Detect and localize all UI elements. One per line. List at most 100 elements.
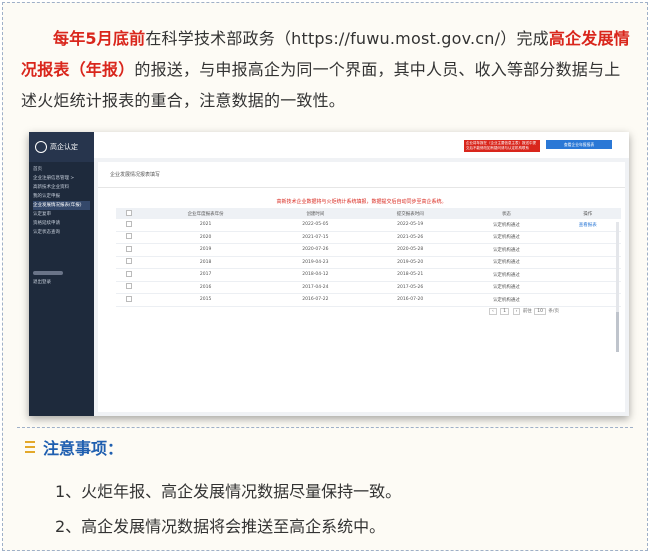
row-checkbox-cell bbox=[116, 268, 143, 282]
cell-year: 2017 bbox=[142, 268, 269, 282]
column-header bbox=[116, 208, 143, 219]
row-checkbox[interactable] bbox=[126, 258, 133, 265]
cell-submitted: 2018-05-21 bbox=[362, 268, 459, 282]
row-checkbox[interactable] bbox=[126, 283, 133, 290]
cell-created: 2022-05-05 bbox=[268, 219, 363, 232]
cell-action[interactable]: 查看报表 bbox=[554, 219, 621, 232]
panel-title: 企业发展情况报表填写 bbox=[98, 162, 625, 188]
article-card: 每年5月底前在科学技术部政务（https://fuwu.most.gov.cn/… bbox=[2, 2, 648, 551]
sidebar-item[interactable]: 企业发展情况报表(年报) bbox=[33, 201, 90, 210]
note-item-2: 2、高企发展情况数据将会推送至高企系统中。 bbox=[55, 517, 386, 536]
cell-status: 认定机构通过 bbox=[458, 268, 555, 282]
blurred-username bbox=[33, 270, 63, 275]
sidebar-item[interactable]: 认定复审 bbox=[33, 210, 90, 219]
sidebar-item[interactable]: 企业注册信息管理 > bbox=[33, 174, 90, 183]
row-checkbox-cell bbox=[116, 281, 143, 294]
deadline-text: 每年5月底前 bbox=[53, 29, 146, 48]
row-checkbox-cell bbox=[116, 243, 143, 257]
row-checkbox[interactable] bbox=[126, 233, 133, 240]
view-report-button[interactable]: 查看企业年报报表 bbox=[546, 140, 612, 149]
row-checkbox[interactable] bbox=[126, 245, 133, 252]
table-body: 2021 2022-05-05 2022-05-19 认定机构通过 查看报表 2020 20… bbox=[116, 219, 621, 307]
cell-submitted: 2017-05-26 bbox=[362, 281, 459, 294]
report-table: 企业年度报表年份 创建时间 提交报表时间 状态 操作 2021 2022-05-05 202… bbox=[116, 208, 621, 307]
column-header: 提交报表时间 bbox=[362, 208, 459, 219]
cell-year: 2020 bbox=[142, 231, 269, 244]
select-all-checkbox[interactable] bbox=[126, 209, 133, 216]
cell-created: 2016-07-22 bbox=[268, 293, 363, 307]
row-checkbox[interactable] bbox=[126, 220, 133, 227]
cell-submitted: 2022-05-19 bbox=[362, 219, 459, 232]
pagination: ‹ 1 › 前往 10 条/页 bbox=[488, 308, 559, 315]
table-row: 2020 2021-07-15 2021-05-26 认定机构通过 bbox=[116, 231, 621, 244]
table-row: 2021 2022-05-05 2022-05-19 认定机构通过 查看报表 bbox=[116, 219, 621, 232]
cell-status: 认定机构通过 bbox=[458, 219, 555, 232]
note-item-1: 1、火炬年报、高企发展情况数据尽量保持一致。 bbox=[55, 482, 402, 501]
app-sidebar: 高企认定 首页 企业注册信息管理 > 高新技术企业资料 我的认定申报 企业发展情况报表(… bbox=[29, 132, 94, 416]
cell-year: 2019 bbox=[142, 243, 269, 257]
cell-action[interactable] bbox=[554, 268, 621, 282]
cell-submitted: 2019-05-20 bbox=[362, 256, 459, 269]
table-header-row: 企业年度报表年份 创建时间 提交报表时间 状态 操作 bbox=[116, 208, 621, 219]
cell-action[interactable] bbox=[554, 231, 621, 244]
cell-action[interactable] bbox=[554, 243, 621, 257]
page-size-select[interactable]: 10 bbox=[534, 308, 546, 315]
table-row: 2016 2017-04-24 2017-05-26 认定机构通过 bbox=[116, 281, 621, 294]
cell-status: 认定机构通过 bbox=[458, 293, 555, 307]
row-checkbox[interactable] bbox=[126, 270, 133, 277]
scrollbar[interactable] bbox=[616, 222, 619, 352]
prev-page-button[interactable]: ‹ bbox=[489, 308, 497, 315]
cell-created: 2020-07-26 bbox=[268, 243, 363, 257]
cell-action[interactable] bbox=[554, 293, 621, 307]
cell-submitted: 2016-07-20 bbox=[362, 293, 459, 307]
cell-created: 2021-07-15 bbox=[268, 231, 363, 244]
content-panel: 企业发展情况报表填写 高新技术企业数据将与火炬统计系统填报，数据提交后自动同步至… bbox=[98, 162, 625, 412]
cell-status: 认定机构通过 bbox=[458, 243, 555, 257]
sidebar-item[interactable]: 首页 bbox=[33, 165, 90, 174]
cell-year: 2021 bbox=[142, 219, 269, 232]
table-row: 2019 2020-07-26 2020-05-28 认定机构通过 bbox=[116, 243, 621, 257]
row-checkbox-cell bbox=[116, 293, 143, 307]
table-row: 2018 2019-04-23 2019-05-20 认定机构通过 bbox=[116, 256, 621, 269]
column-header: 企业年度报表年份 bbox=[142, 208, 269, 219]
sidebar-item[interactable]: 我的认定申报 bbox=[33, 192, 90, 201]
app-main: 企业将年报在（企业主要信息主表）报送中提交后不能修改如有疑问请与认定机构联系 查… bbox=[94, 132, 629, 416]
current-page[interactable]: 1 bbox=[500, 308, 510, 315]
cell-status: 认定机构通过 bbox=[458, 281, 555, 294]
sidebar-item[interactable]: 高新技术企业资料 bbox=[33, 183, 90, 192]
cell-status: 认定机构通过 bbox=[458, 231, 555, 244]
warning-button[interactable]: 企业将年报在（企业主要信息主表）报送中提交后不能修改如有疑问请与认定机构联系 bbox=[464, 140, 540, 152]
sync-notice: 高新技术企业数据将与火炬统计系统填报，数据提交后自动同步至高企系统。 bbox=[276, 199, 447, 205]
cell-year: 2015 bbox=[142, 293, 269, 307]
notes-heading: 注意事项： bbox=[25, 435, 123, 459]
cell-submitted: 2020-05-28 bbox=[362, 243, 459, 257]
column-header: 创建时间 bbox=[268, 208, 363, 219]
cell-action[interactable] bbox=[554, 256, 621, 269]
goto-label: 前往 bbox=[522, 309, 532, 314]
next-page-button[interactable]: › bbox=[512, 308, 521, 315]
cell-created: 2017-04-24 bbox=[268, 281, 363, 294]
table-row: 2017 2018-04-12 2018-05-21 认定机构通过 bbox=[116, 268, 621, 282]
row-checkbox[interactable] bbox=[126, 295, 133, 302]
logout-link[interactable]: 退出登录 bbox=[33, 278, 63, 287]
cell-created: 2018-04-12 bbox=[268, 268, 363, 282]
page-size-label: 条/页 bbox=[548, 309, 559, 314]
scrollbar-thumb[interactable] bbox=[616, 312, 619, 352]
list-icon bbox=[25, 441, 35, 453]
cell-status: 认定机构通过 bbox=[458, 256, 555, 269]
intro-text-1: 在科学技术部政务（https://fuwu.most.gov.cn/）完成 bbox=[145, 29, 549, 48]
sidebar-item[interactable]: 认定状态查询 bbox=[33, 228, 90, 237]
cell-created: 2019-04-23 bbox=[268, 256, 363, 269]
sidebar-item[interactable]: 资格延续申请 bbox=[33, 219, 90, 228]
cell-year: 2018 bbox=[142, 256, 269, 269]
cell-year: 2016 bbox=[142, 281, 269, 294]
cell-action[interactable] bbox=[554, 281, 621, 294]
row-checkbox-cell bbox=[116, 256, 143, 269]
sidebar-nav: 首页 企业注册信息管理 > 高新技术企业资料 我的认定申报 企业发展情况报表(年报) 认定… bbox=[29, 162, 94, 240]
row-checkbox-cell bbox=[116, 231, 143, 244]
row-checkbox-cell bbox=[116, 219, 143, 232]
intro-paragraph: 每年5月底前在科学技术部政务（https://fuwu.most.gov.cn/… bbox=[21, 23, 636, 116]
logo-icon bbox=[35, 141, 47, 153]
notes-heading-text: 注意事项： bbox=[43, 439, 124, 458]
section-divider bbox=[17, 427, 633, 428]
